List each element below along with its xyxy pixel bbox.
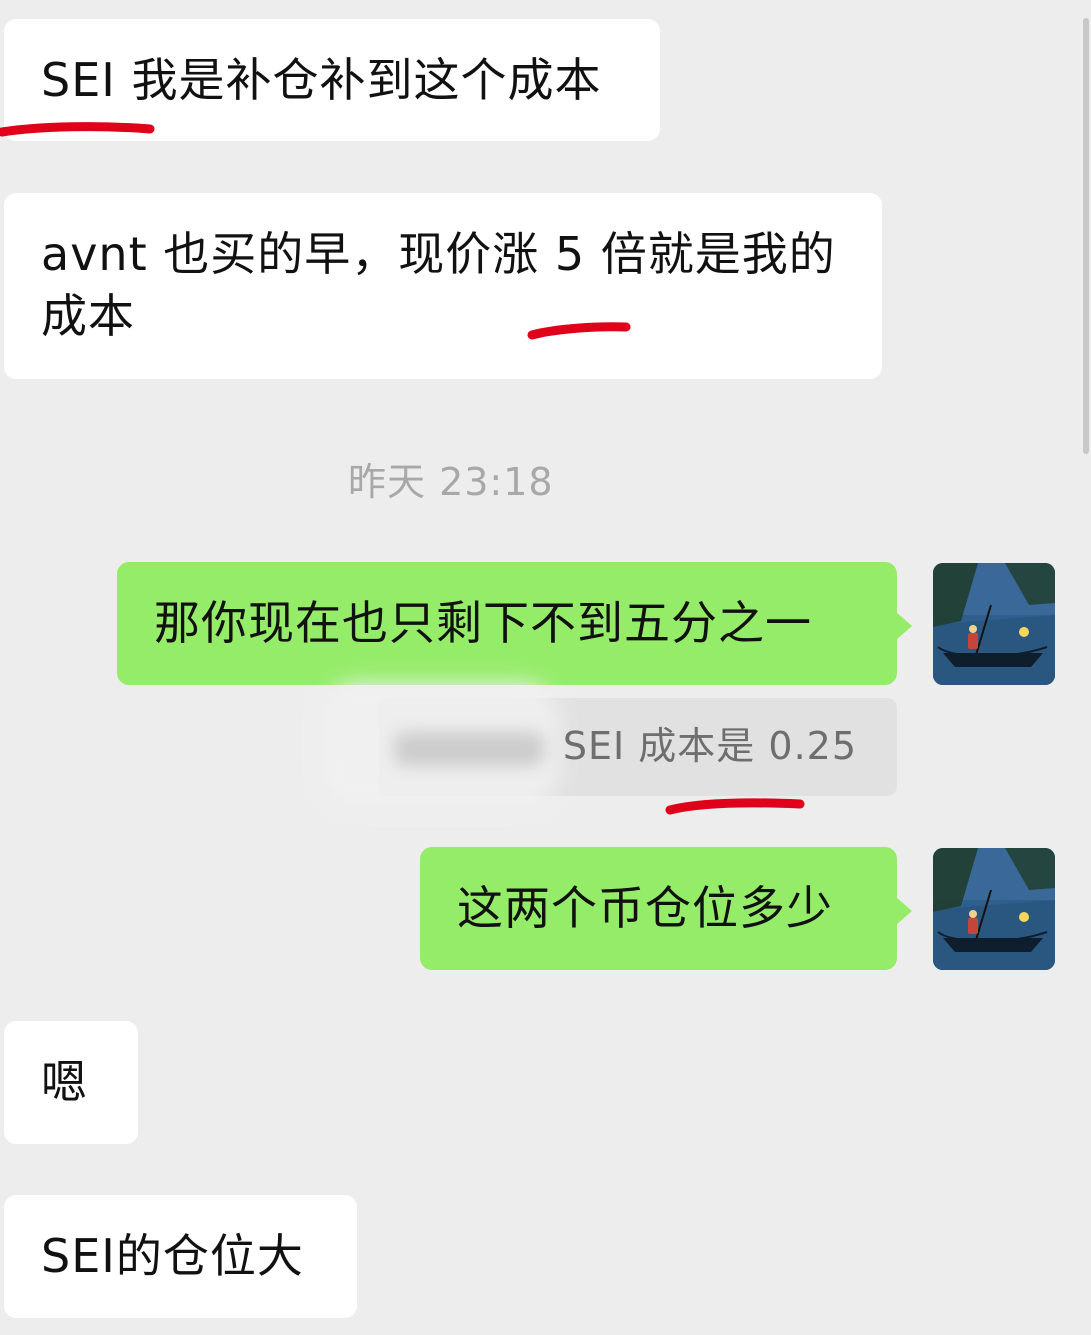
message-bubble-left[interactable]: avnt 也买的早，现价涨 5 倍就是我的成本: [4, 193, 882, 379]
avatar[interactable]: [933, 848, 1055, 970]
quoted-message-text: SEI 成本是 0.25: [562, 724, 857, 768]
message-bubble-left[interactable]: SEI的仓位大: [4, 1195, 357, 1318]
timestamp: 昨天 23:18: [348, 460, 554, 504]
avatar-boat-night-icon: [933, 563, 1055, 685]
message-text: avnt 也买的早，现价涨 5 倍就是我的成本: [41, 227, 836, 343]
message-text: SEI的仓位大: [41, 1229, 304, 1283]
message-bubble-right[interactable]: 这两个币仓位多少: [420, 847, 912, 970]
quoted-message[interactable]: SEI 成本是 0.25: [320, 682, 897, 808]
avatar[interactable]: [933, 563, 1055, 685]
scrollbar[interactable]: [1083, 18, 1089, 454]
message-text: 那你现在也只剩下不到五分之一: [154, 596, 812, 650]
message-bubble-left[interactable]: 嗯: [4, 1021, 138, 1144]
annotation-underline: [665, 798, 805, 815]
message-text: 嗯: [41, 1055, 88, 1109]
blurred-sender: [394, 732, 544, 766]
message-bubble-left[interactable]: SEI 我是补仓补到这个成本: [4, 19, 660, 141]
message-text: SEI 我是补仓补到这个成本: [41, 53, 602, 107]
message-text: 这两个币仓位多少: [457, 881, 833, 935]
avatar-boat-night-icon: [933, 848, 1055, 970]
message-bubble-right[interactable]: 那你现在也只剩下不到五分之一: [117, 562, 912, 685]
